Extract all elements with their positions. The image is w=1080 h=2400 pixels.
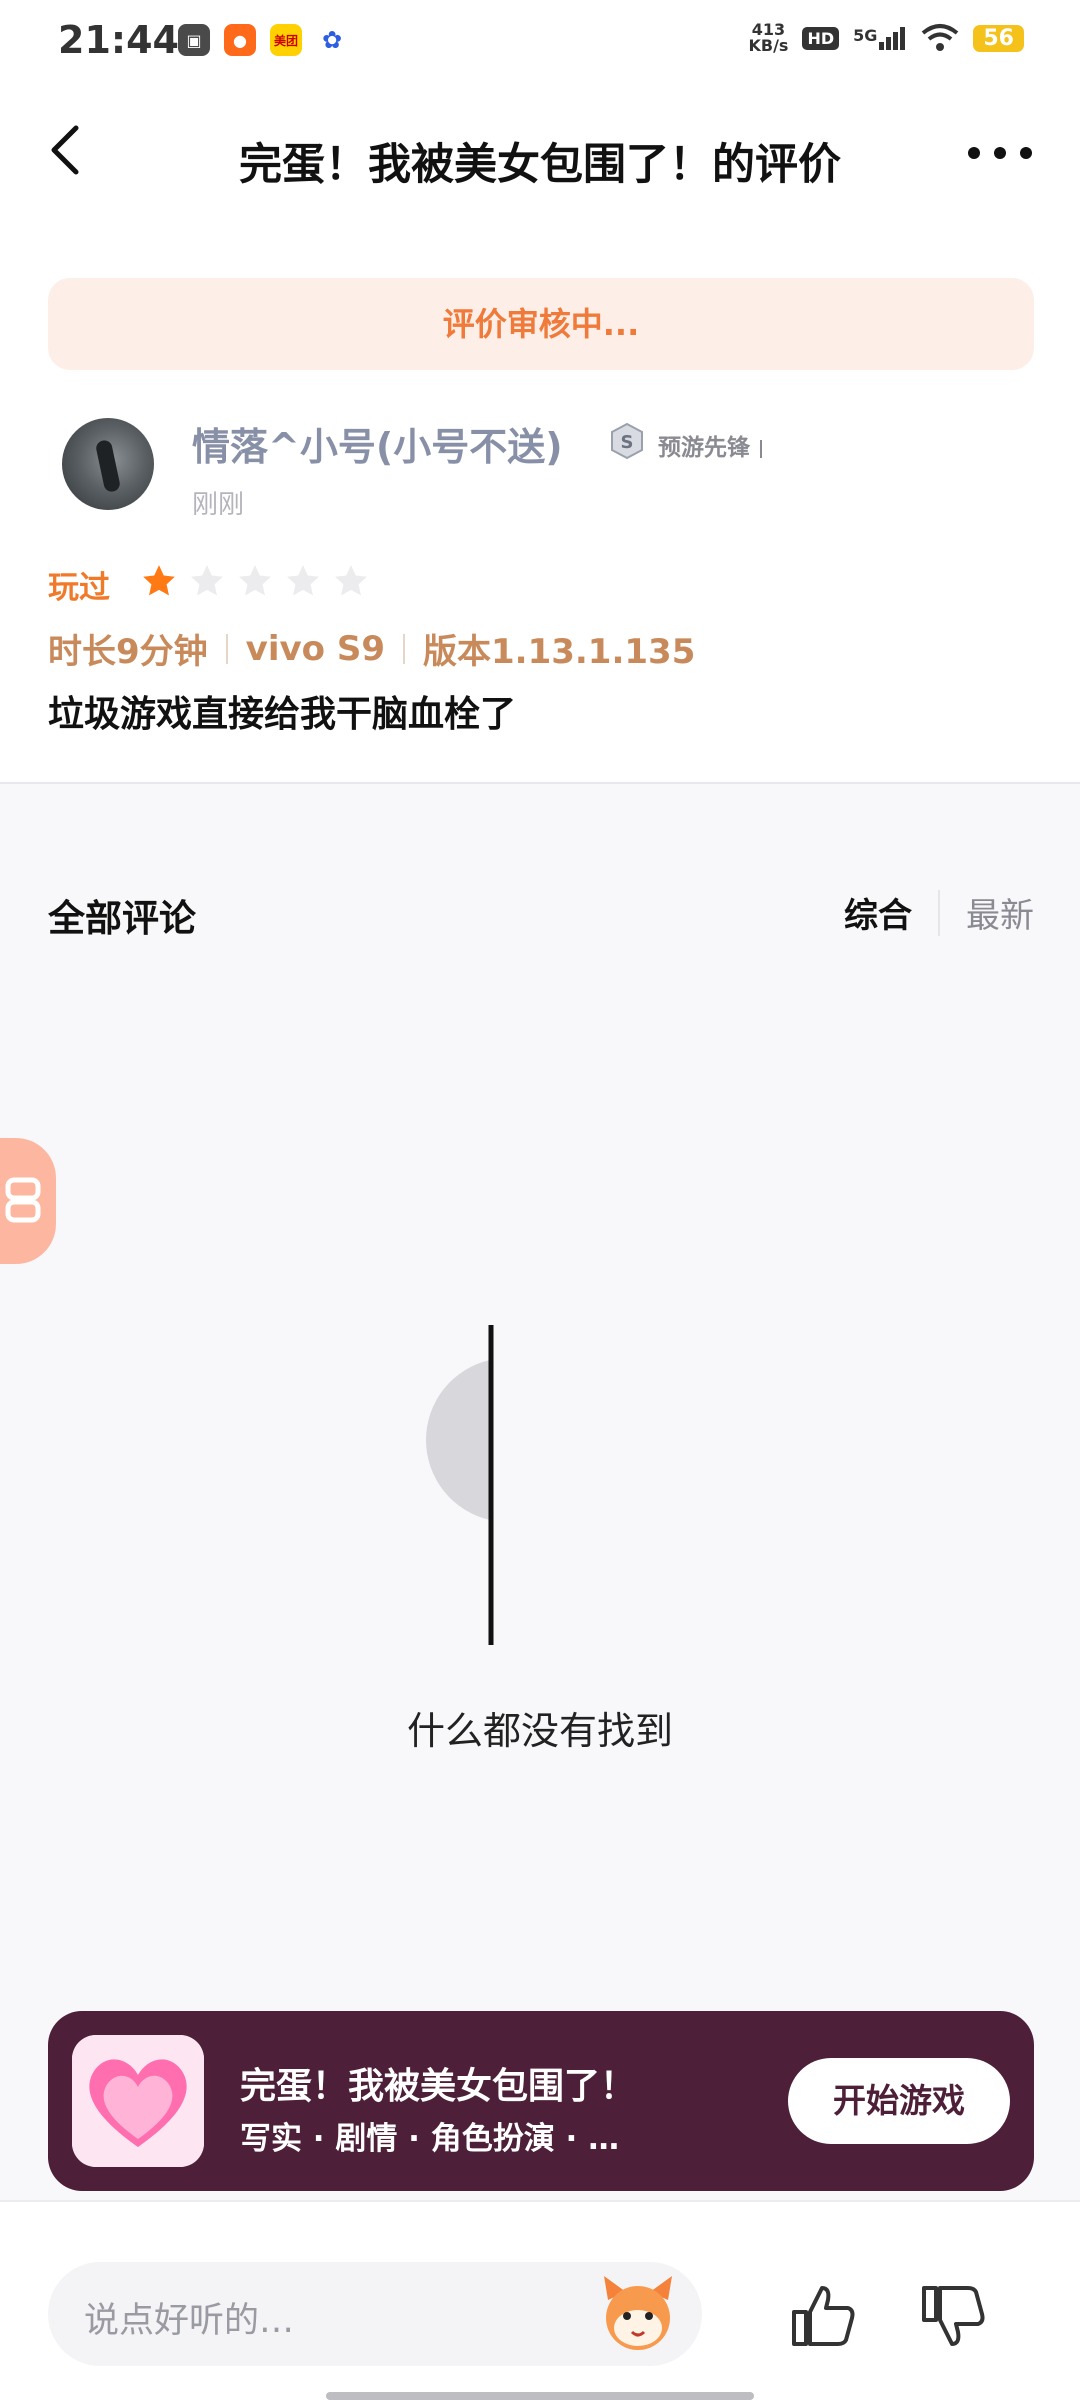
star-empty-icon (287, 565, 319, 596)
chat-app-icon: ▣ (178, 24, 210, 56)
review-status-banner: 评价审核中... (48, 278, 1034, 370)
game-name: 完蛋！我被美女包围了！ (240, 2066, 637, 2107)
signal-icon: 5G (853, 26, 907, 50)
avatar[interactable] (62, 418, 154, 510)
page-title: 完蛋！我被美女包围了！的评价 (239, 140, 841, 190)
wifi-icon (922, 24, 959, 51)
emoji-mascot-icon[interactable] (594, 2270, 682, 2358)
status-indicators: 413 KB/s HD 5G 56 (748, 22, 1024, 54)
review-card: 评价审核中... 情落^小号(小号不送) S 预游先锋 刚刚 玩过 时长9分钟 … (0, 220, 1080, 782)
post-time: 刚刚 (192, 490, 245, 520)
baidu-icon: ✿ (321, 26, 343, 54)
username[interactable]: 情落^小号(小号不送) (192, 416, 563, 471)
back-arrow-icon[interactable] (40, 120, 100, 180)
star-filled-icon (143, 565, 175, 596)
comments-title: 全部评论 (48, 897, 196, 940)
meituan-icon: 美团 (270, 24, 302, 56)
meta-divider (403, 633, 405, 664)
meta-divider (225, 633, 228, 664)
net-speed: 413 KB/s (748, 22, 788, 54)
net-speed-unit: KB/s (748, 36, 789, 55)
empty-state-illustration (426, 1325, 494, 1645)
star-empty-icon (239, 565, 271, 596)
heart-icon (72, 2035, 204, 2167)
pioneer-badge-icon: S (611, 422, 643, 460)
floating-side-tab[interactable] (0, 1138, 56, 1264)
empty-state-text: 什么都没有找到 (406, 1709, 673, 1753)
review-detail-page: 21:44 ▣ ● 美团 ✿ 413 KB/s HD 5G 56 完蛋！我被美女… (0, 0, 1080, 2400)
game-icon[interactable] (72, 2035, 204, 2167)
star-empty-icon (191, 565, 223, 596)
comment-input[interactable]: 说点好听的… (48, 2262, 702, 2366)
battery-indicator: 56 (973, 24, 1024, 52)
device-model: vivo S9 (245, 628, 385, 669)
status-app-icons: ▣ ● 美团 ✿ (178, 24, 348, 56)
side-tab-icon (5, 1177, 41, 1223)
section-divider (0, 782, 1080, 784)
top-nav-bar: 完蛋！我被美女包围了！的评价 (0, 90, 1080, 220)
thumbs-down-icon[interactable] (918, 2280, 990, 2352)
sort-tabs: 综合 最新 (844, 888, 1034, 937)
svg-text:S: S (621, 432, 634, 453)
game-tags: 写实 · 剧情 · 角色扮演 · … (240, 2121, 620, 2157)
user-badge-label: 预游先锋 (658, 428, 762, 462)
star-empty-icon (335, 565, 367, 596)
sort-divider (938, 889, 940, 936)
status-time: 21:44 (58, 18, 179, 62)
played-label: 玩过 (48, 570, 110, 606)
more-options-icon[interactable] (960, 128, 1040, 178)
review-content: 垃圾游戏直接给我干脑血栓了 (48, 694, 517, 735)
play-duration: 时长9分钟 (48, 632, 208, 672)
signal-label: 5G (853, 26, 878, 45)
start-game-button[interactable]: 开始游戏 (788, 2058, 1010, 2144)
bottom-action-bar: 说点好听的… (0, 2200, 1080, 2400)
comment-placeholder: 说点好听的… (84, 2301, 295, 2341)
kuaishou-icon: ● (224, 24, 256, 56)
sort-tab-comprehensive[interactable]: 综合 (844, 888, 912, 937)
review-meta: 时长9分钟 vivo S9 版本1.13.1.135 (48, 624, 695, 673)
status-bar: 21:44 ▣ ● 美团 ✿ 413 KB/s HD 5G 56 (0, 0, 1080, 90)
thumbs-up-icon[interactable] (788, 2280, 860, 2352)
sort-tab-latest[interactable]: 最新 (966, 888, 1034, 937)
home-indicator[interactable] (326, 2392, 754, 2400)
rating-stars (140, 562, 370, 600)
game-version: 版本1.13.1.135 (423, 632, 696, 672)
hd-badge: HD (802, 26, 840, 50)
game-promo-card[interactable]: 完蛋！我被美女包围了！ 写实 · 剧情 · 角色扮演 · … 开始游戏 (48, 2011, 1034, 2191)
